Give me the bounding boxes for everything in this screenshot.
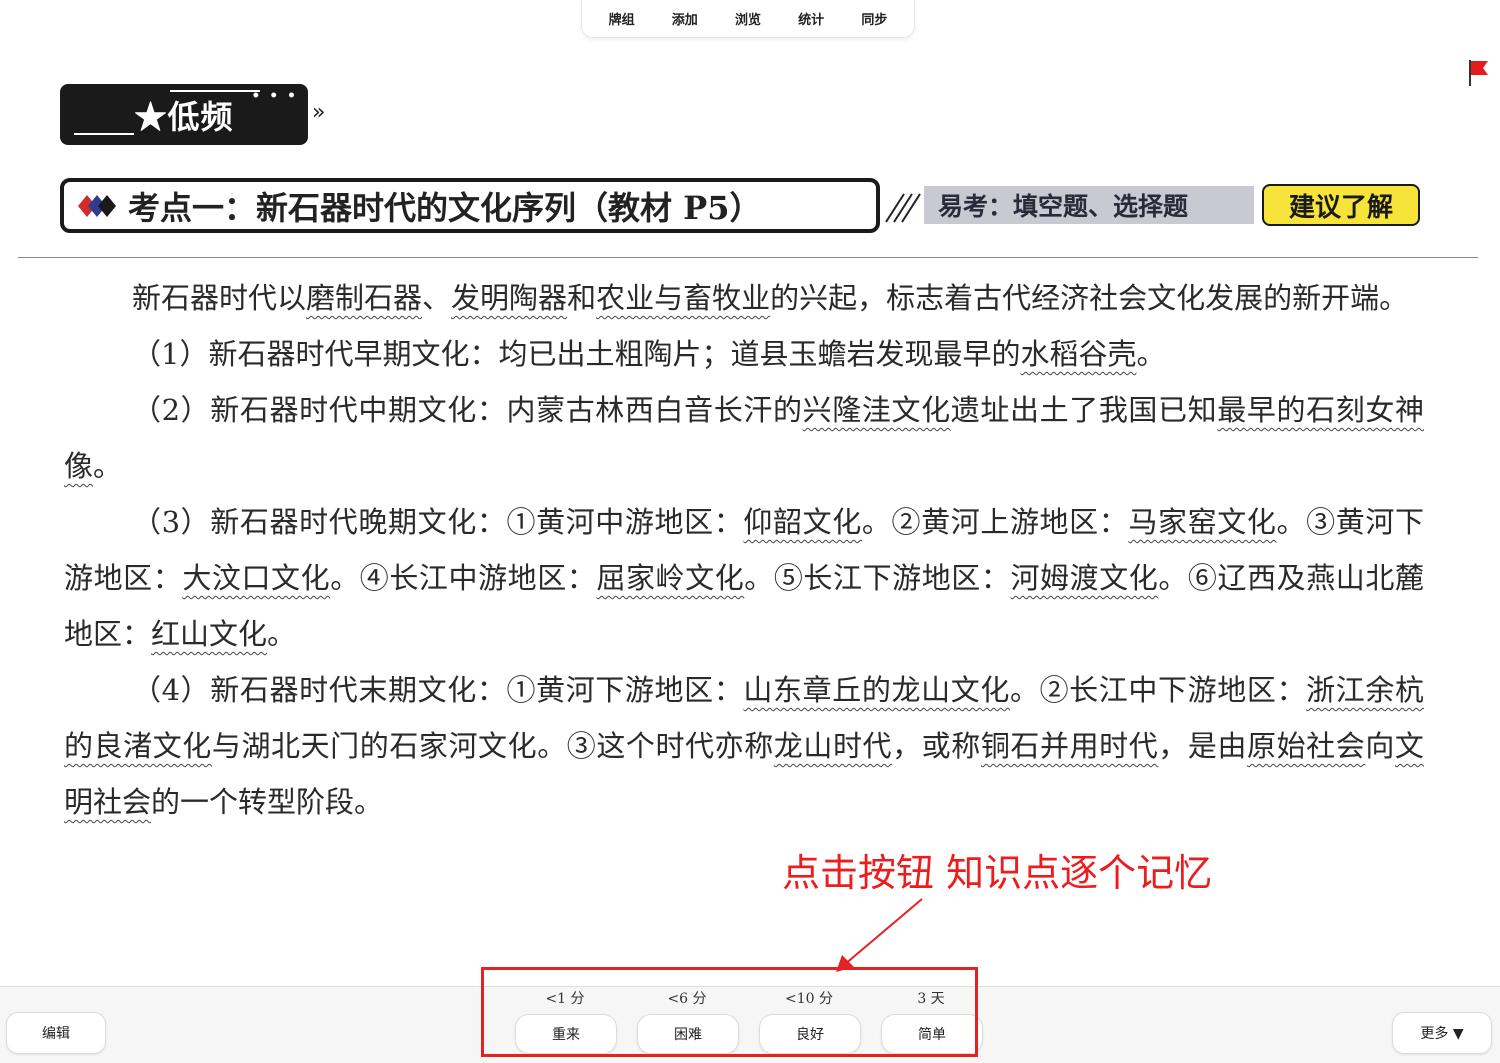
paragraph: （4）新石器时代末期文化：①黄河下游地区：山东章丘的龙山文化。②长江中下游地区：… [64, 662, 1424, 830]
suggestion-text: 建议了解 [1288, 192, 1393, 223]
text: 。②黄河上游地区： [861, 505, 1129, 539]
nav-sync[interactable]: 同步 [861, 9, 887, 28]
badge-label: ★低频 [134, 97, 234, 136]
paragraph: （1）新石器时代早期文化：均已出土粗陶片；道县玉蟾岩发现最早的水稻谷壳。 [64, 326, 1424, 382]
paragraph: （2）新石器时代中期文化：内蒙古林西白音长汗的兴隆洼文化遗址出土了我国已知最早的… [64, 382, 1424, 494]
text: （4）新石器时代末期文化：①黄河下游地区： [132, 673, 744, 707]
text: ，是由 [1158, 729, 1248, 763]
key-point: 兴隆洼文化 [802, 393, 951, 427]
key-point: 龙山时代 [773, 729, 893, 763]
badge-dots: • • • [251, 88, 298, 104]
text: 、 [422, 281, 452, 315]
topic-title: 考点一：新石器时代的文化序列（教材 P5） [128, 188, 762, 227]
suggestion-tag: 建议了解 [1262, 184, 1420, 226]
text: 和 [567, 281, 597, 315]
more-button[interactable]: 更多 ▼ [1392, 1012, 1492, 1054]
diamond-mark-icon [78, 194, 116, 217]
key-point: 铜石并用时代 [980, 729, 1159, 763]
text: 向 [1365, 729, 1395, 763]
topic-heading: 考点一：新石器时代的文化序列（教材 P5） [60, 178, 880, 233]
easy-exam-tag: 易考：填空题、选择题 [924, 186, 1254, 224]
key-point: 河姆渡文化 [1010, 561, 1159, 595]
key-point: 山东章丘的龙山文化 [743, 673, 1010, 707]
text: 的一个转型阶段。 [151, 785, 384, 819]
flag-icon[interactable] [1466, 58, 1490, 88]
nav-stats[interactable]: 统计 [798, 9, 824, 28]
text: 遗址出土了我国已知 [950, 393, 1218, 427]
text: 。④长江中游地区： [330, 561, 597, 595]
arrow-icon [836, 898, 923, 972]
key-point: 水稻谷壳 [1020, 337, 1137, 371]
text: 与湖北天门的石家河文化。③这个时代亦称 [211, 729, 774, 763]
text: 新石器时代以 [132, 281, 307, 315]
key-point: 马家窑文化 [1128, 505, 1277, 539]
key-point: 红山文化 [151, 617, 268, 651]
divider [18, 257, 1478, 258]
key-point: 原始社会 [1247, 729, 1366, 763]
key-point: 农业与畜牧业 [596, 281, 771, 315]
key-point: 发明陶器 [451, 281, 568, 315]
text: （2）新石器时代中期文化：内蒙古林西白音长汗的 [132, 393, 803, 427]
edit-button[interactable]: 编辑 [6, 1012, 106, 1054]
nav-add[interactable]: 添加 [672, 9, 698, 28]
nav-browse[interactable]: 浏览 [735, 9, 761, 28]
highlight-rectangle [481, 967, 978, 1057]
easy-exam-text: 易考：填空题、选择题 [938, 192, 1189, 221]
card-content: 新石器时代以磨制石器、发明陶器和农业与畜牧业的兴起，标志着古代经济社会文化发展的… [64, 270, 1424, 830]
text: 。 [1136, 337, 1166, 371]
chevron-right-icon: » [312, 100, 326, 125]
key-point: 仰韶文化 [743, 505, 862, 539]
key-point: 磨制石器 [306, 281, 423, 315]
text: 的兴起，标志着古代经济社会文化发展的新开端。 [770, 281, 1409, 315]
text: 。 [267, 617, 297, 651]
text: （1）新石器时代早期文化：均已出土粗陶片；道县玉蟾岩发现最早的 [132, 337, 1021, 371]
low-frequency-badge: • • • ★低频 [60, 84, 308, 145]
paragraph: 新石器时代以磨制石器、发明陶器和农业与畜牧业的兴起，标志着古代经济社会文化发展的… [64, 270, 1424, 326]
badge-decoration [74, 133, 134, 135]
key-point: 屈家岭文化 [596, 561, 745, 595]
text: ，或称 [892, 729, 981, 763]
text: （3）新石器时代晚期文化：①黄河中游地区： [132, 505, 744, 539]
text: 。②长江中下游地区： [1009, 673, 1307, 707]
text: 。⑤长江下游地区： [744, 561, 1011, 595]
badge-decoration [170, 90, 260, 92]
top-nav: 牌组 添加 浏览 统计 同步 [581, 0, 915, 38]
nav-decks[interactable]: 牌组 [609, 9, 635, 28]
text: 。 [93, 449, 123, 483]
hatch-icon [885, 193, 921, 223]
key-point: 大汶口文化 [182, 561, 331, 595]
paragraph: （3）新石器时代晚期文化：①黄河中游地区：仰韶文化。②黄河上游地区：马家窑文化。… [64, 494, 1424, 662]
annotation-text: 点击按钮 知识点逐个记忆 [782, 851, 1213, 895]
